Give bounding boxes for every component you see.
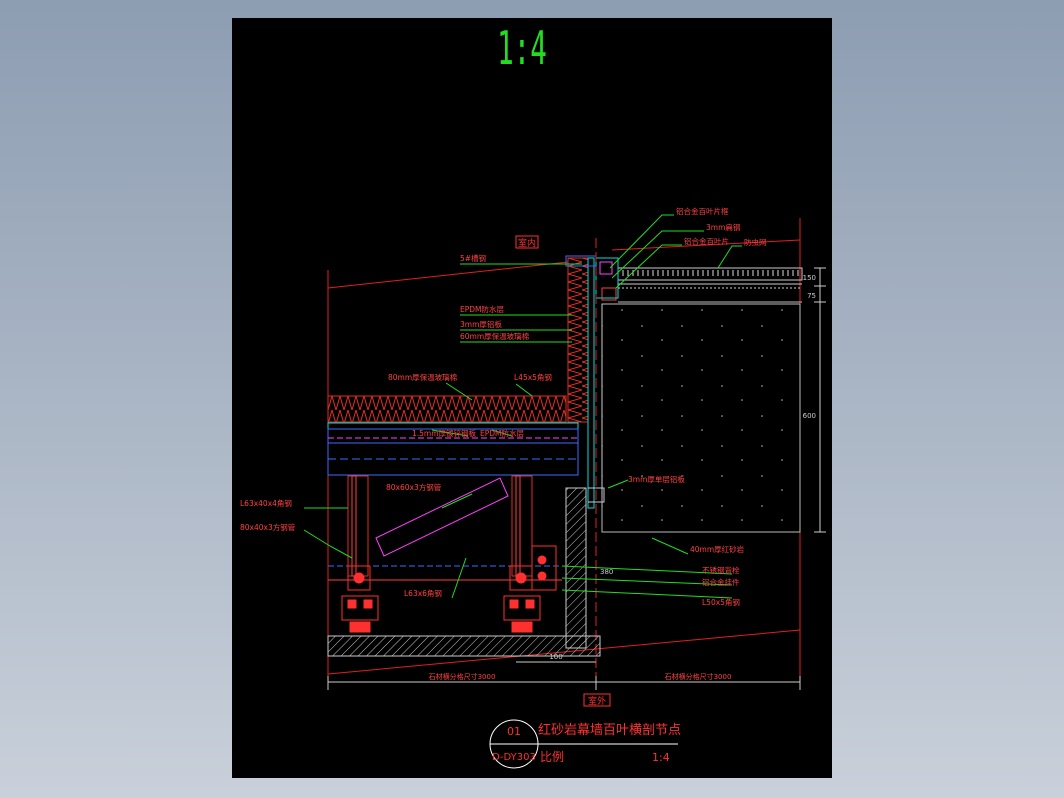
title-block: 01 D-DY303 红砂岩幕墙百叶横剖节点 比例 1:4 — [489, 719, 681, 769]
callout-angle-45: L45x5角钢 — [514, 372, 552, 382]
svg-text:室外: 室外 — [588, 695, 606, 707]
dim-upper: 150 — [803, 274, 816, 282]
callout-epdm-mid: EPDM防水层 — [480, 428, 525, 438]
dim-small: 100 — [549, 653, 562, 661]
callout-single-alu: 3mm厚单层铝板 — [628, 474, 685, 484]
callout-tube-80-40: 80x40x3方钢管 — [240, 522, 296, 532]
svg-text:室内: 室内 — [518, 237, 536, 249]
callout-insect-screen: 防虫网 — [744, 237, 767, 247]
insulation-vertical — [565, 255, 597, 509]
callout-glass-wool-60: 60mm厚保温玻璃棉 — [460, 331, 529, 341]
callout-ss-anchor: 不锈钢背栓 — [702, 565, 740, 575]
callout-louver-blade: 铝合金百叶片 — [684, 236, 729, 246]
callout-sandstone: 40mm厚红砂岩 — [690, 544, 745, 554]
callout-angle-63: L63x6角钢 — [404, 588, 442, 598]
cad-drawing: 1:4 室内 铝合金百叶片框 3mm扁钢 铝合金百叶片 防虫网 5#槽钢 EPD… — [240, 22, 826, 769]
sheet-reference: D-DY303 — [492, 752, 536, 763]
exterior-zone-tag: 室外 — [583, 693, 611, 707]
callout-tube-80-60: 80x60x3方钢管 — [386, 482, 442, 492]
callout-channel: 5#槽钢 — [460, 253, 486, 263]
detail-title: 红砂岩幕墙百叶横剖节点 — [538, 722, 681, 738]
stone-panel — [588, 303, 801, 533]
callout-epdm-top: EPDM防水层 — [460, 304, 505, 314]
callout-galv-plate: 1.5mm厚镀锌钢板 — [412, 428, 477, 438]
scale-title: 1:4 — [497, 22, 547, 75]
scale-value: 1:4 — [652, 751, 670, 764]
callout-louver-frame: 铝合金百叶片框 — [676, 206, 729, 216]
drawing-sheet: 1:4 室内 铝合金百叶片框 3mm扁钢 铝合金百叶片 防虫网 5#槽钢 EPD… — [232, 18, 832, 778]
bracket-left — [341, 565, 379, 633]
dim-main: 600 — [803, 412, 816, 420]
steel-frame — [328, 475, 562, 581]
interior-zone-tag: 室内 — [515, 235, 539, 249]
callout-glass-wool-80: 80mm厚保温玻璃棉 — [388, 372, 457, 382]
callout-alu-hanger: 铝合金挂件 — [702, 577, 740, 587]
detail-number: 01 — [507, 725, 521, 738]
callout-angle-50: L50x5角钢 — [702, 597, 740, 607]
dim-upper2: 75 — [807, 292, 816, 300]
scale-label: 比例 — [540, 750, 564, 764]
insulation-horizontal — [327, 395, 567, 423]
dim-mid: 380 — [600, 568, 613, 576]
callout-angle-63-40: L63x40x4角钢 — [240, 498, 292, 508]
callout-flat-steel: 3mm扁钢 — [706, 222, 740, 232]
dim-right-bottom: 石材横分格尺寸3000 — [665, 672, 732, 681]
callout-alu-sheet: 3mm厚铝板 — [460, 319, 502, 329]
dim-left-bottom: 石材横分格尺寸3000 — [429, 672, 496, 681]
